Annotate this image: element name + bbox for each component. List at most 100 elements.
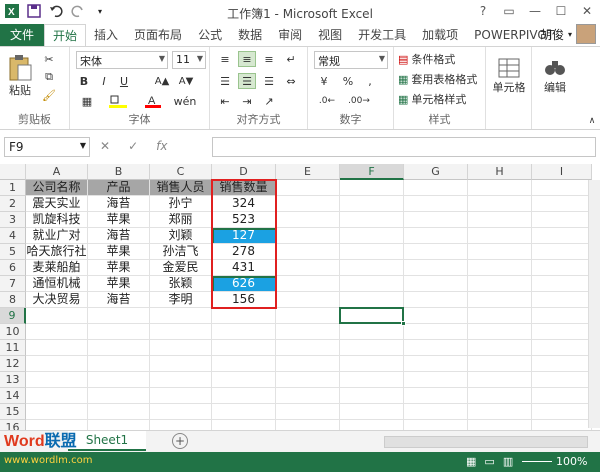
row-header[interactable]: 12 [0, 356, 26, 372]
grid-cell[interactable] [26, 356, 88, 372]
column-header[interactable]: A [26, 164, 88, 180]
grid-cell[interactable] [276, 228, 340, 244]
grid-cell[interactable] [276, 244, 340, 260]
grid-cell[interactable]: 凯旋科技 [26, 212, 88, 228]
bold-button[interactable]: B [76, 73, 92, 89]
grid-cell[interactable]: 产品 [88, 180, 150, 196]
grid-cell[interactable] [468, 388, 532, 404]
grid-cell[interactable] [468, 372, 532, 388]
grid-cell[interactable] [404, 292, 468, 308]
align-bottom-icon[interactable]: ≡ [260, 51, 278, 67]
conditional-format-button[interactable]: ▤ 条件格式 [398, 51, 484, 67]
row-header[interactable]: 15 [0, 404, 26, 420]
phonetic-icon[interactable]: wén [174, 93, 197, 109]
grid-cell[interactable]: 苹果 [88, 260, 150, 276]
font-color-icon[interactable]: A [142, 93, 164, 109]
align-right-icon[interactable]: ☰ [260, 73, 278, 89]
number-format-select[interactable]: 常规 ▼ [314, 51, 388, 69]
grid-cell[interactable] [276, 276, 340, 292]
align-center-icon[interactable]: ☰ [238, 73, 256, 89]
grid-cell[interactable]: 324 [212, 196, 276, 212]
grid-cell[interactable] [468, 212, 532, 228]
grid-cell[interactable] [340, 404, 404, 420]
increase-indent-icon[interactable]: ⇥ [238, 93, 256, 109]
grid-cell[interactable]: 麦莱船舶 [26, 260, 88, 276]
tab-formulas[interactable]: 公式 [190, 24, 230, 46]
grid-cell[interactable]: 海苔 [88, 292, 150, 308]
column-header[interactable]: E [276, 164, 340, 180]
grid-cell[interactable] [88, 388, 150, 404]
row-header[interactable]: 10 [0, 324, 26, 340]
orientation-icon[interactable]: ↗ [260, 93, 278, 109]
grid-cell[interactable] [212, 308, 276, 324]
grid-cell[interactable] [340, 388, 404, 404]
grid-cell[interactable] [340, 340, 404, 356]
grid-cell[interactable] [532, 276, 592, 292]
grid-cell[interactable] [532, 356, 592, 372]
grid-cell[interactable]: 苹果 [88, 244, 150, 260]
grid-cell[interactable] [468, 324, 532, 340]
grid-cell[interactable]: 海苔 [88, 196, 150, 212]
grid-cell[interactable] [532, 196, 592, 212]
grid-cell[interactable] [404, 404, 468, 420]
row-header[interactable]: 4 [0, 228, 26, 244]
row-header[interactable]: 11 [0, 340, 26, 356]
grid-cell[interactable] [404, 260, 468, 276]
grid-cell[interactable] [150, 404, 212, 420]
column-header[interactable]: D [212, 164, 276, 180]
grid-cell[interactable] [276, 292, 340, 308]
tab-addins[interactable]: 加载项 [414, 24, 466, 46]
row-header[interactable]: 3 [0, 212, 26, 228]
row-header[interactable]: 8 [0, 292, 26, 308]
align-middle-icon[interactable]: ≡ [238, 51, 256, 67]
grid-cell[interactable]: 通恒机械 [26, 276, 88, 292]
grid-cell[interactable] [26, 308, 88, 324]
grid-cell[interactable] [276, 308, 340, 324]
grid-cell[interactable] [404, 244, 468, 260]
user-account[interactable]: 胡俊 ▾ [540, 24, 596, 44]
tab-developer[interactable]: 开发工具 [350, 24, 414, 46]
grid-cell[interactable] [532, 340, 592, 356]
row-header[interactable]: 14 [0, 388, 26, 404]
grid-cell[interactable] [88, 308, 150, 324]
grid-cell[interactable] [532, 292, 592, 308]
grid-cell[interactable] [468, 180, 532, 196]
decrease-indent-icon[interactable]: ⇤ [216, 93, 234, 109]
grid-cell[interactable] [532, 228, 592, 244]
grid-cell[interactable] [468, 292, 532, 308]
grid-cell[interactable]: 海苔 [88, 228, 150, 244]
tab-file[interactable]: 文件 [0, 24, 45, 46]
grid-cell[interactable]: 278 [212, 244, 276, 260]
grid-cell[interactable]: 大决贸易 [26, 292, 88, 308]
grid-cell[interactable] [340, 196, 404, 212]
grid-cell[interactable]: 张颖 [150, 276, 212, 292]
grid-cell[interactable] [276, 212, 340, 228]
grid-cell[interactable] [88, 372, 150, 388]
grid-cell[interactable]: 苹果 [88, 276, 150, 292]
grid-cell[interactable] [404, 372, 468, 388]
grid-cell[interactable]: 127 [212, 228, 276, 244]
grid-cell[interactable] [404, 356, 468, 372]
row-header[interactable]: 13 [0, 372, 26, 388]
comma-button[interactable]: , [362, 73, 378, 89]
sheet-tab[interactable]: Sheet1 [68, 431, 146, 451]
column-header[interactable]: G [404, 164, 468, 180]
fill-color-icon[interactable] [106, 93, 130, 109]
close-icon[interactable]: ✕ [574, 0, 600, 22]
grid-cell[interactable] [88, 356, 150, 372]
row-header[interactable]: 7 [0, 276, 26, 292]
grid-cell[interactable] [404, 324, 468, 340]
grid-cell[interactable] [150, 324, 212, 340]
grid-cell[interactable] [212, 340, 276, 356]
grid-cell[interactable] [404, 340, 468, 356]
grid-cell[interactable] [276, 356, 340, 372]
grid-cell[interactable] [468, 340, 532, 356]
column-header[interactable]: H [468, 164, 532, 180]
borders-icon[interactable]: ▦ [76, 93, 98, 109]
insert-function-icon[interactable]: fx [156, 139, 167, 153]
grid-cell[interactable]: 公司名称 [26, 180, 88, 196]
grid-cell[interactable] [532, 260, 592, 276]
grid-cell[interactable] [468, 404, 532, 420]
horizontal-scrollbar[interactable] [384, 436, 588, 448]
grid-cell[interactable] [212, 356, 276, 372]
